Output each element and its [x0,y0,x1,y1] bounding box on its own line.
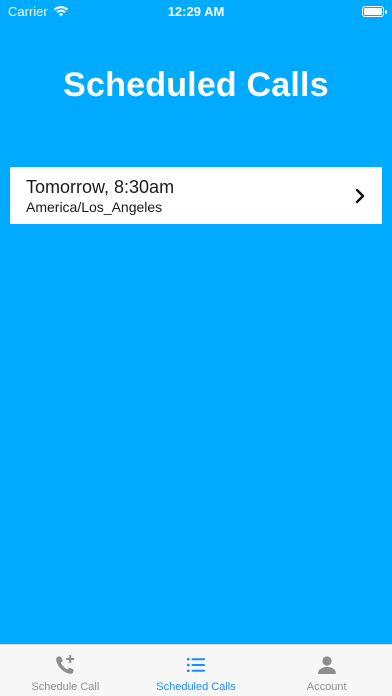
scheduled-call-item[interactable]: Tomorrow, 8:30am America/Los_Angeles [10,167,382,224]
call-time: Tomorrow, 8:30am [26,176,175,197]
carrier-label: Carrier [8,3,48,19]
tab-bar: Schedule Call Scheduled Calls Account [0,644,392,696]
tab-label: Schedule Call [31,681,100,693]
list-icon [187,658,205,672]
status-left: Carrier [8,4,69,19]
tab-label: Account [306,681,347,693]
status-bar: Carrier 12:29 AM [0,0,392,22]
call-text: Tomorrow, 8:30am America/Los_Angeles [26,176,354,216]
battery-icon [362,5,387,17]
phone-plus-icon [56,655,75,674]
tab-scheduled-calls[interactable]: Scheduled Calls [131,645,262,696]
wifi-icon [53,6,68,17]
chevron-right-icon [355,188,365,203]
page-title: Scheduled Calls [63,66,329,104]
tab-schedule-call[interactable]: Schedule Call [0,645,131,696]
person-icon [317,656,336,674]
tab-label: Scheduled Calls [156,681,236,693]
tab-account[interactable]: Account [261,645,392,696]
call-timezone: America/Los_Angeles [26,198,163,215]
